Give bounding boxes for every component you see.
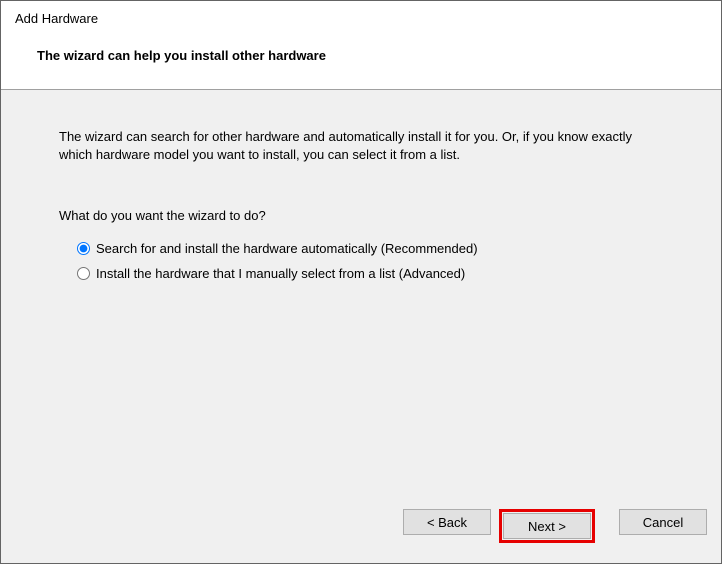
content-description: The wizard can search for other hardware…: [59, 128, 663, 164]
dialog-content: The wizard can search for other hardware…: [1, 90, 721, 495]
dialog-subtitle: The wizard can help you install other ha…: [37, 48, 707, 63]
dialog-title: Add Hardware: [15, 11, 707, 26]
content-question: What do you want the wizard to do?: [59, 208, 663, 223]
dialog-footer: < Back Next > Cancel: [1, 495, 721, 563]
footer-spacer: [603, 509, 611, 543]
radio-input-manual[interactable]: [77, 267, 90, 280]
next-button-highlight: Next >: [499, 509, 595, 543]
radio-label-manual: Install the hardware that I manually sel…: [96, 266, 465, 281]
back-button[interactable]: < Back: [403, 509, 491, 535]
radio-option-manual[interactable]: Install the hardware that I manually sel…: [77, 266, 663, 281]
radio-input-auto[interactable]: [77, 242, 90, 255]
next-button[interactable]: Next >: [503, 513, 591, 539]
radio-group: Search for and install the hardware auto…: [59, 241, 663, 281]
dialog-header: Add Hardware The wizard can help you ins…: [1, 1, 721, 90]
cancel-button[interactable]: Cancel: [619, 509, 707, 535]
add-hardware-dialog: Add Hardware The wizard can help you ins…: [0, 0, 722, 564]
radio-label-auto: Search for and install the hardware auto…: [96, 241, 478, 256]
radio-option-auto[interactable]: Search for and install the hardware auto…: [77, 241, 663, 256]
